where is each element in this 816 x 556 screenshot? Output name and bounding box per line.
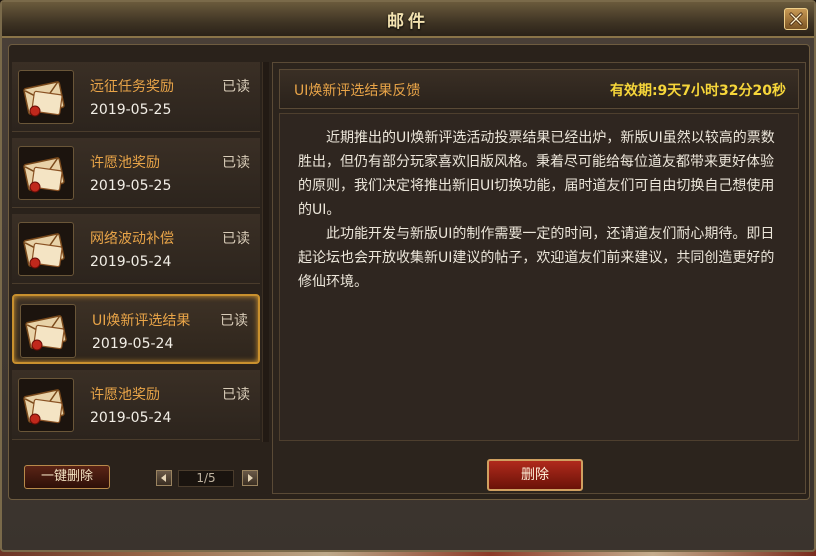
mail-date: 2019-05-25 <box>90 102 172 118</box>
envelope-icon <box>23 81 65 117</box>
mail-icon-frame <box>18 146 74 200</box>
title-bar: 邮件 <box>2 2 814 38</box>
envelope-icon <box>25 315 67 351</box>
mail-list-item[interactable]: 网络波动补偿 已读 2019-05-24 <box>12 214 260 284</box>
triangle-left-icon <box>161 474 166 482</box>
mail-date: 2019-05-24 <box>90 254 172 270</box>
body-paragraph: 近期推出的UI焕新评选活动投票结果已经出炉，新版UI虽然以较高的票数胜出，但仍有… <box>298 130 775 218</box>
bulk-delete-button[interactable]: 一键删除 <box>24 465 110 489</box>
mail-icon-frame <box>18 70 74 124</box>
mail-date: 2019-05-25 <box>90 178 172 194</box>
mail-date: 2019-05-24 <box>92 336 174 352</box>
mail-date: 2019-05-24 <box>90 410 172 426</box>
close-button[interactable] <box>784 8 808 30</box>
mail-list: 远征任务奖励 已读 2019-05-25 许愿池奖励 已读 2019-05-25… <box>12 62 262 442</box>
mail-detail: UI焕新评选结果反馈 有效期:9天7小时32分20秒 近期推出的UI焕新评选活动… <box>272 62 806 494</box>
next-page-button[interactable] <box>242 470 258 486</box>
mail-list-item[interactable]: 许愿池奖励 已读 2019-05-24 <box>12 370 260 440</box>
read-status: 已读 <box>222 387 250 403</box>
mail-subject: 许愿池奖励 <box>90 387 160 403</box>
validity-countdown: 有效期:9天7小时32分20秒 <box>609 83 786 99</box>
mail-list-item[interactable]: UI焕新评选结果 已读 2019-05-24 <box>12 294 260 364</box>
envelope-icon <box>23 233 65 269</box>
triangle-right-icon <box>248 474 253 482</box>
read-status: 已读 <box>222 79 250 95</box>
mail-list-item[interactable]: 远征任务奖励 已读 2019-05-25 <box>12 62 260 132</box>
envelope-icon <box>23 389 65 425</box>
detail-title: UI焕新评选结果反馈 <box>294 83 421 99</box>
mail-body: 近期推出的UI焕新评选活动投票结果已经出炉，新版UI虽然以较高的票数胜出，但仍有… <box>279 113 799 441</box>
prev-page-button[interactable] <box>156 470 172 486</box>
read-status: 已读 <box>222 155 250 171</box>
read-status: 已读 <box>222 231 250 247</box>
mail-subject: 许愿池奖励 <box>90 155 160 171</box>
close-icon <box>789 12 803 26</box>
envelope-icon <box>23 157 65 193</box>
mail-icon-frame <box>18 378 74 432</box>
window-title: 邮件 <box>387 12 429 32</box>
mail-icon-frame <box>18 222 74 276</box>
mail-icon-frame <box>20 304 76 358</box>
mail-subject: 网络波动补偿 <box>90 231 174 247</box>
read-status: 已读 <box>220 313 248 329</box>
list-scrollbar[interactable] <box>262 62 269 442</box>
body-paragraph: 此功能开发与新版UI的制作需要一定的时间，还请道友们耐心期待。即日起论坛也会开放… <box>298 226 775 290</box>
detail-header: UI焕新评选结果反馈 有效期:9天7小时32分20秒 <box>279 69 799 109</box>
delete-button[interactable]: 删除 <box>487 459 583 491</box>
page-indicator: 1/5 <box>178 470 234 487</box>
mail-subject: UI焕新评选结果 <box>92 313 191 329</box>
mail-list-item[interactable]: 许愿池奖励 已读 2019-05-25 <box>12 138 260 208</box>
mail-subject: 远征任务奖励 <box>90 79 174 95</box>
